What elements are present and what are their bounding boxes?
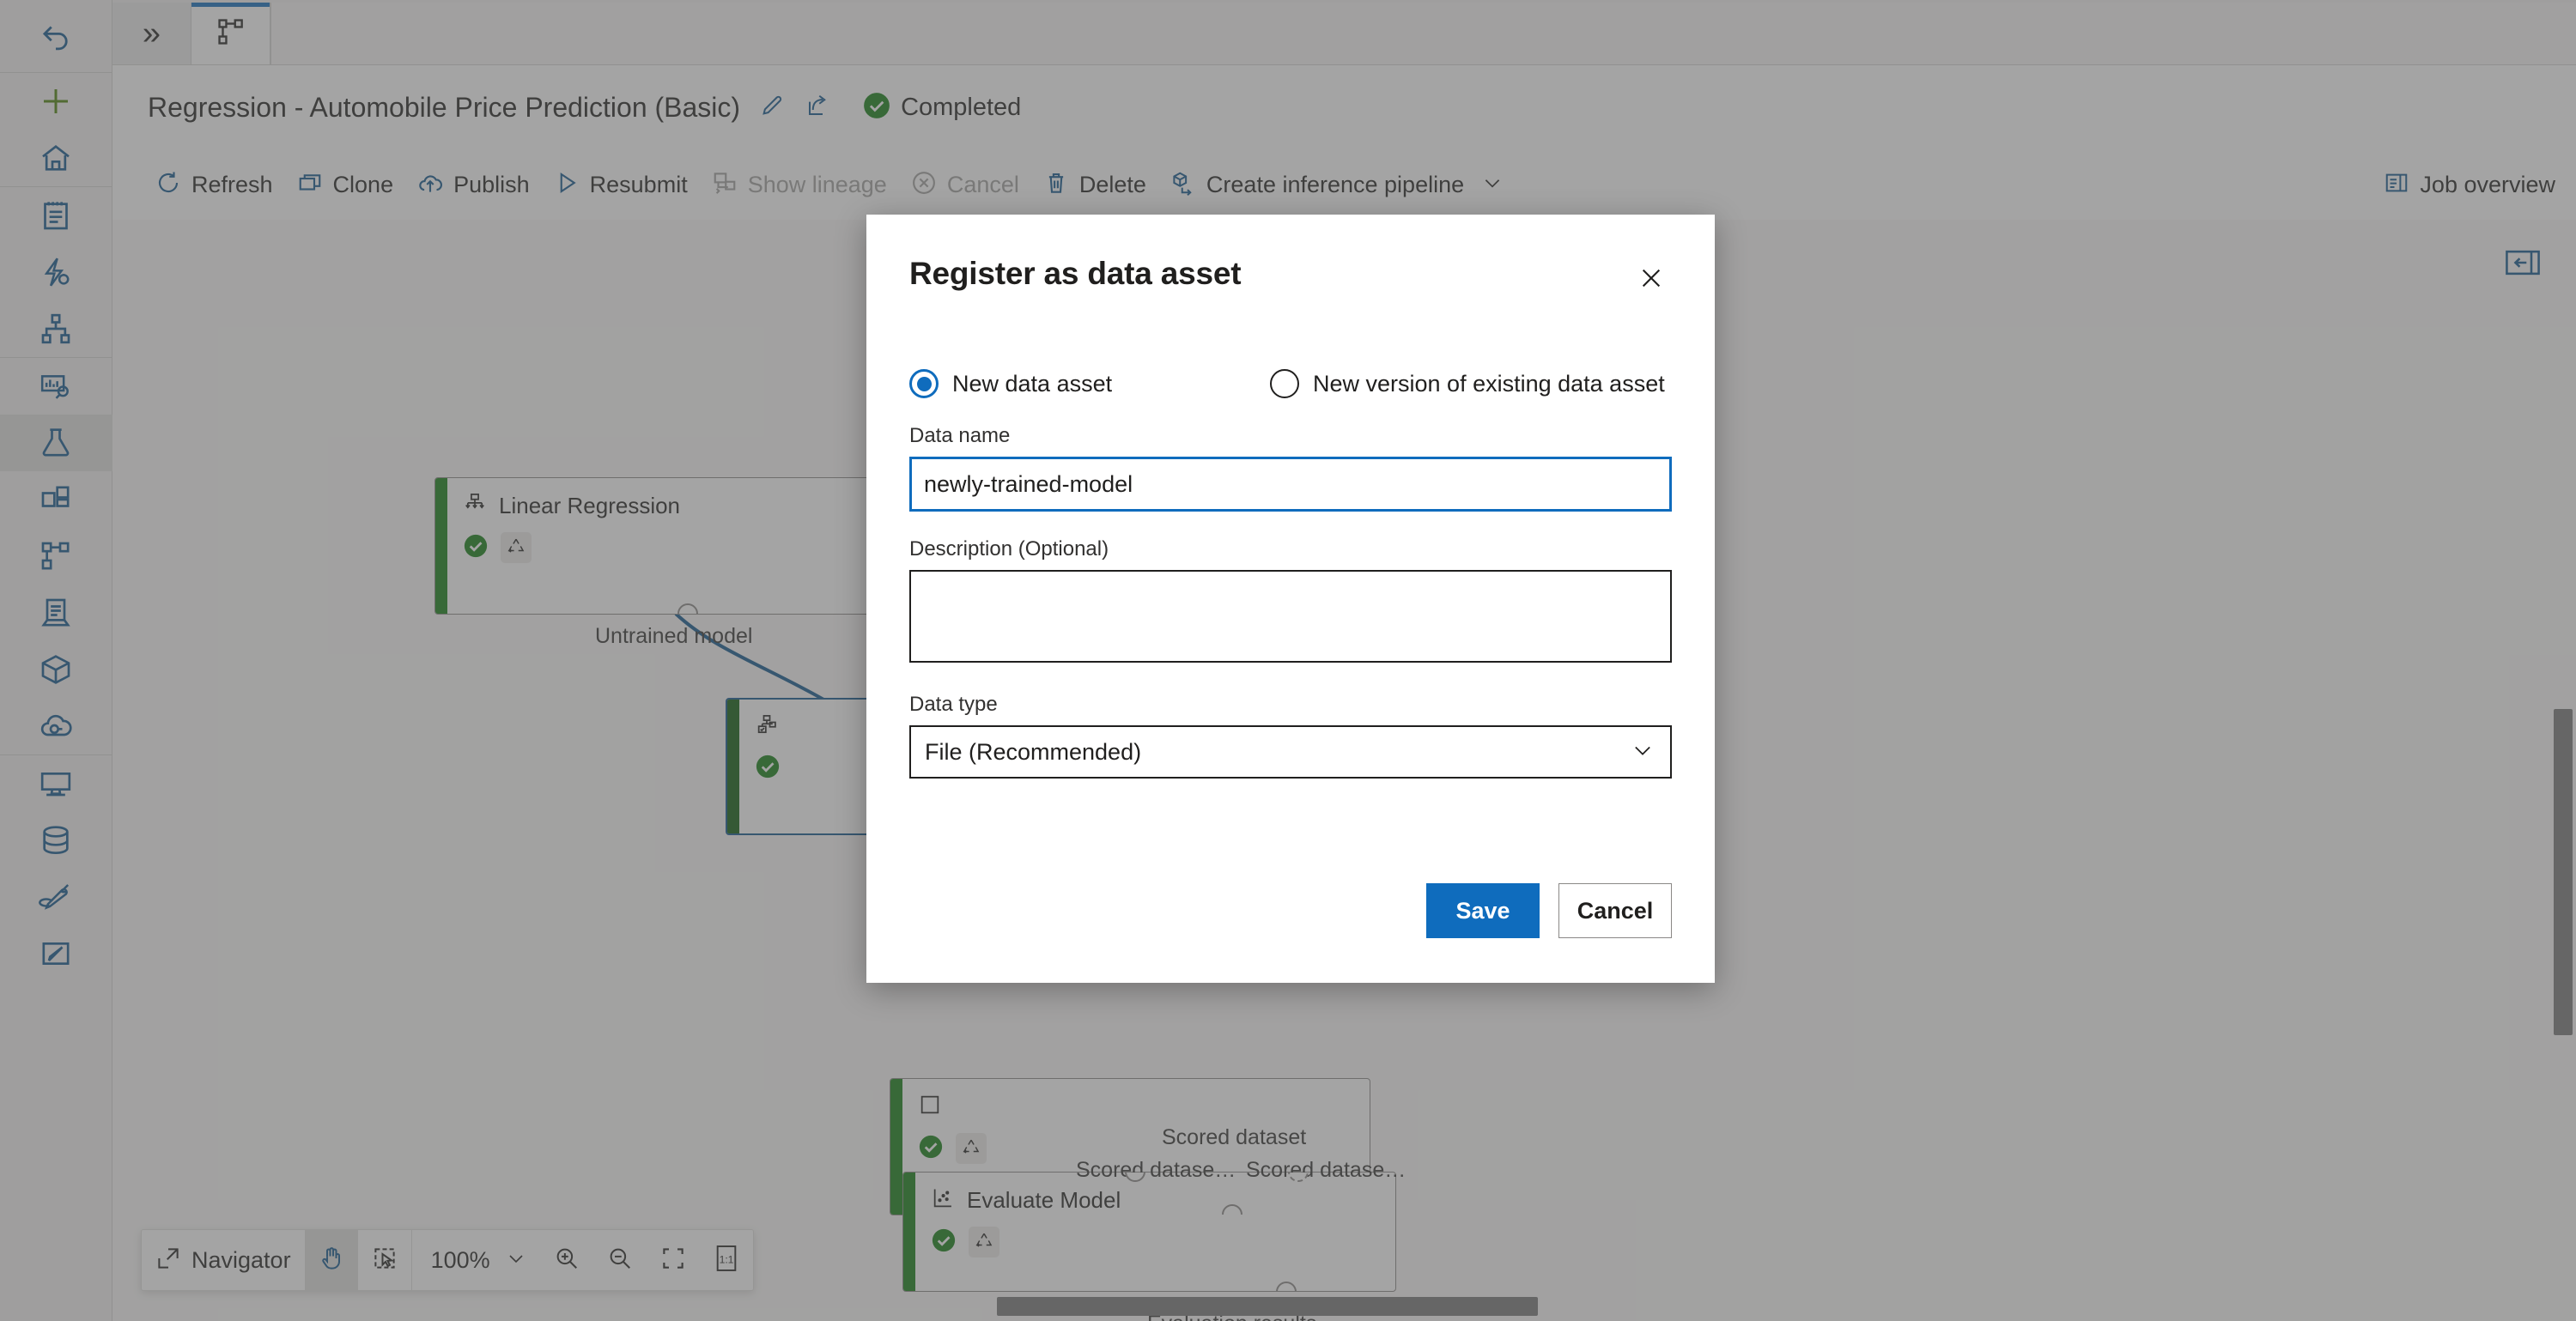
radio-indicator-selected [909,369,939,398]
radio-new-data-asset-label: New data asset [952,370,1113,397]
dialog-header: Register as data asset [909,215,1672,300]
data-type-label: Data type [909,693,998,716]
chevron-down-icon [1631,738,1655,767]
data-name-label: Data name [909,424,1011,447]
radio-indicator [1270,369,1299,398]
close-button[interactable] [1631,259,1672,300]
app-root: » Regression - Automobile Price Predicti… [0,0,2576,1321]
data-type-value: File (Recommended) [925,738,1142,765]
data-name-input[interactable] [909,457,1672,512]
radio-new-version[interactable]: New version of existing data asset [1270,369,1665,398]
close-icon [1637,264,1665,296]
description-input[interactable] [909,570,1672,663]
data-type-dropdown[interactable]: File (Recommended) [909,725,1672,779]
radio-new-data-asset[interactable]: New data asset [909,369,1270,398]
radio-new-version-label: New version of existing data asset [1313,370,1665,397]
save-button[interactable]: Save [1426,883,1540,938]
dialog-footer: Save Cancel [909,883,1672,938]
dialog-title: Register as data asset [909,256,1242,291]
radio-dot [916,376,932,391]
cancel-button[interactable]: Cancel [1558,883,1672,938]
description-label: Description (Optional) [909,537,1109,561]
asset-mode-radio-group: New data asset New version of existing d… [909,369,1672,398]
register-data-asset-dialog: Register as data asset New data asset Ne… [866,215,1715,983]
